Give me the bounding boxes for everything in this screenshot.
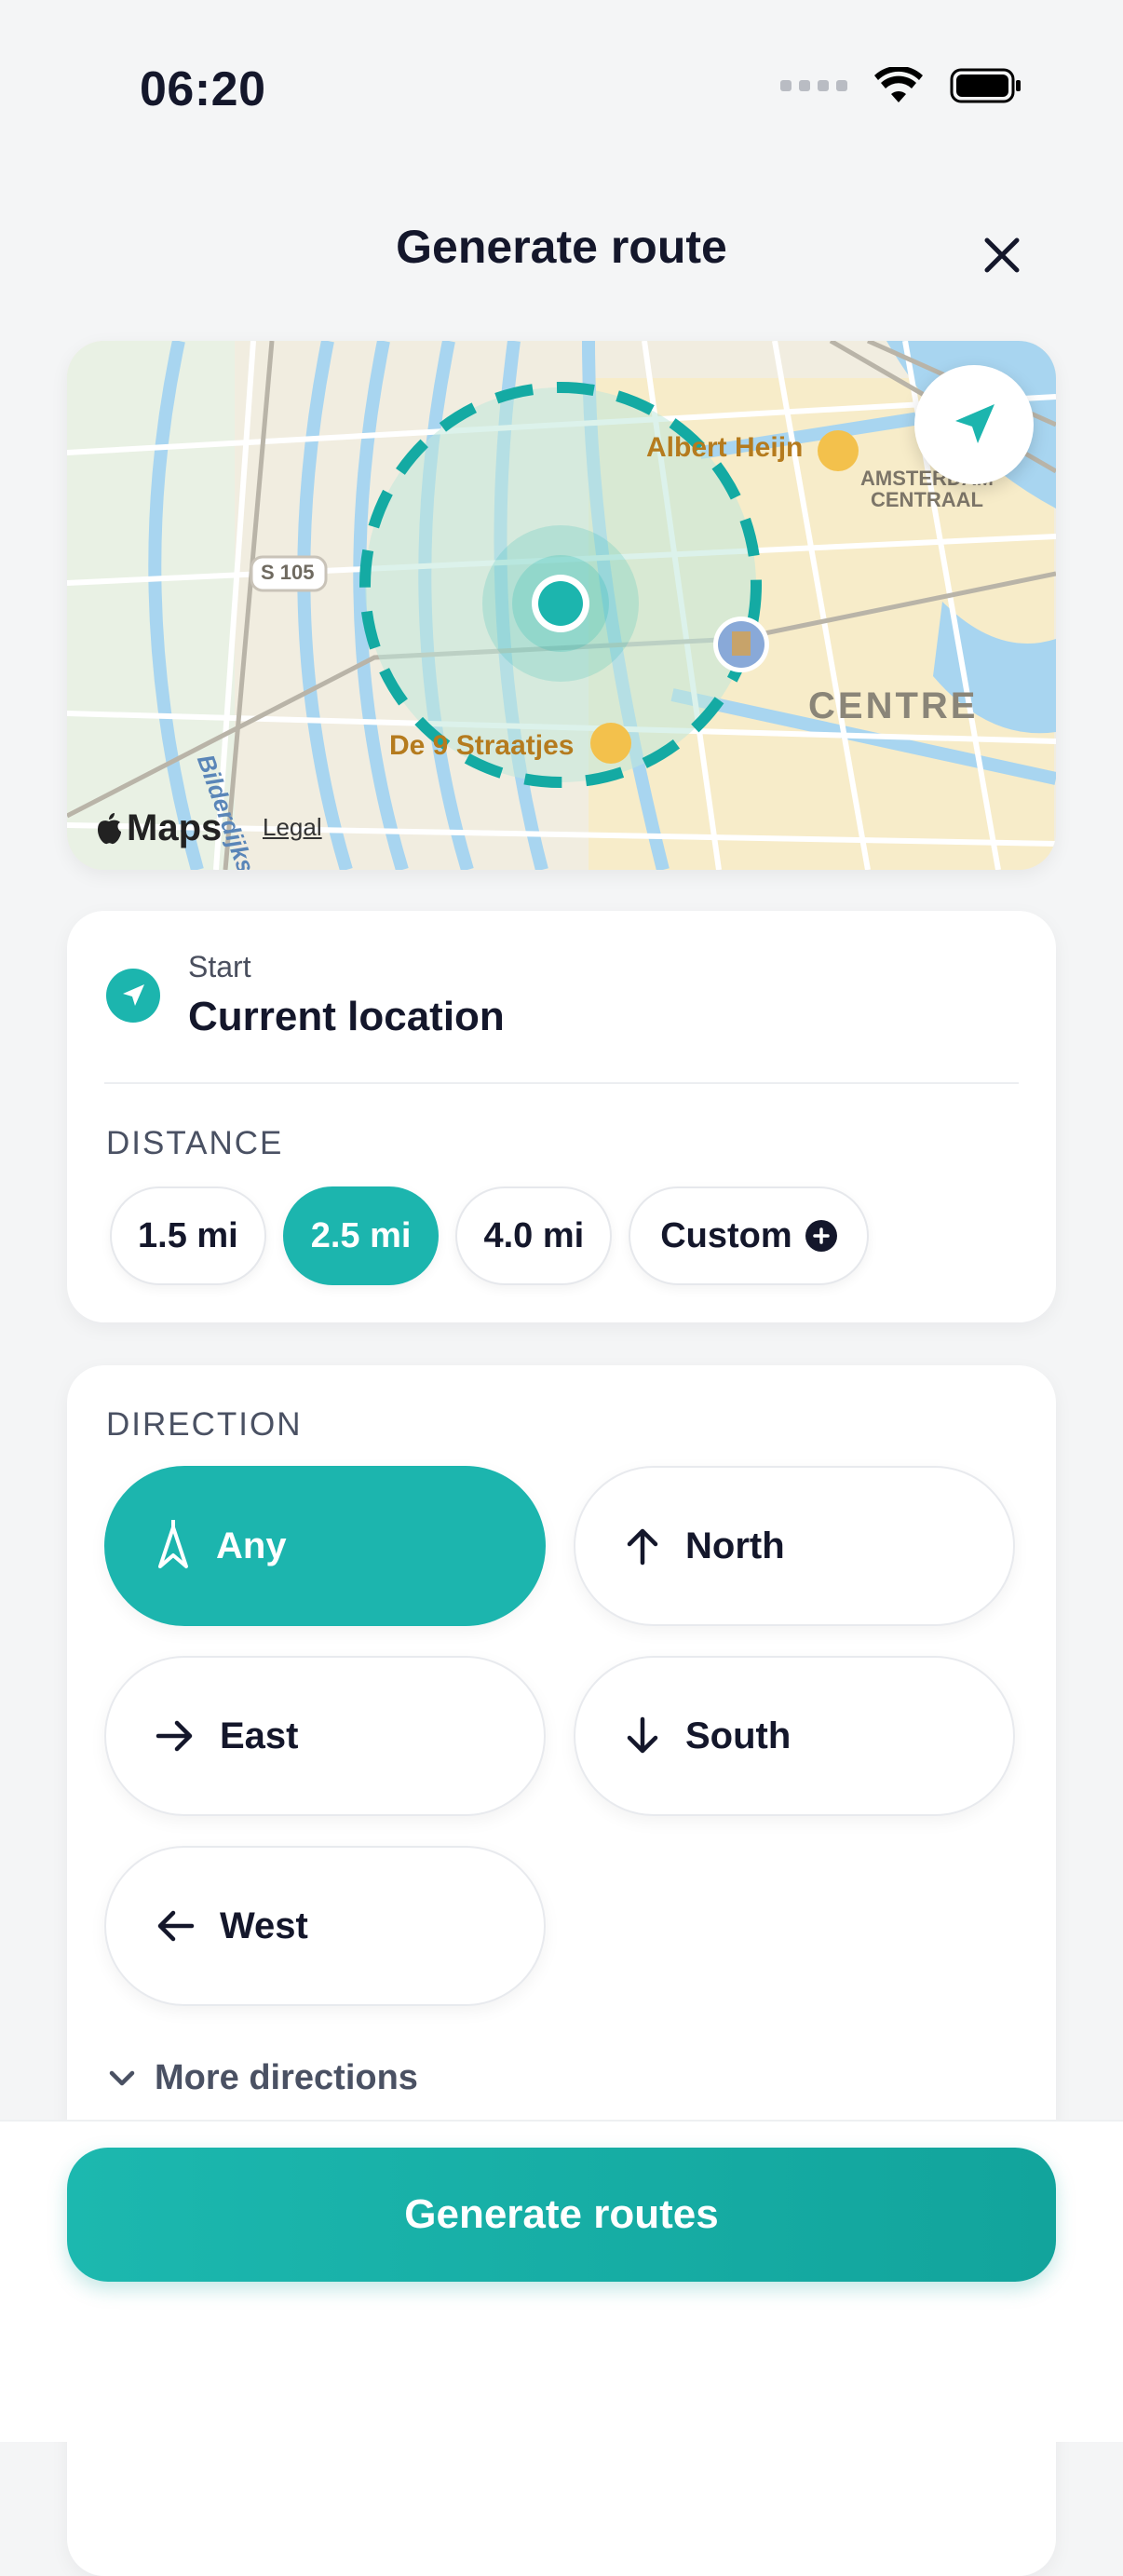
- distance-option-custom[interactable]: Custom: [629, 1186, 869, 1285]
- plus-icon: [805, 1220, 837, 1252]
- arrow-right-icon: [156, 1720, 193, 1752]
- arrow-left-icon: [157, 1910, 195, 1942]
- page-title: Generate route: [396, 221, 727, 273]
- map-poi-albert-heijn[interactable]: Albert Heijn: [646, 432, 803, 464]
- close-icon: [984, 237, 1020, 273]
- start-distance-card: Start Current location DISTANCE 1.5 mi 2…: [67, 911, 1056, 1322]
- direction-option-any[interactable]: Any: [104, 1466, 546, 1626]
- direction-label: West: [220, 1905, 308, 1946]
- route-map[interactable]: Albert Heijn AMSTERDAM CENTRAAL CENTRE D…: [67, 341, 1056, 870]
- generate-routes-button[interactable]: Generate routes: [67, 2148, 1056, 2282]
- direction-label: Any: [216, 1525, 287, 1566]
- bottom-action-bar: Generate routes: [0, 2120, 1123, 2442]
- wifi-icon: [874, 67, 923, 102]
- direction-option-north[interactable]: North: [574, 1466, 1015, 1626]
- cellular-signal-icon: [780, 80, 847, 91]
- start-value: Current location: [188, 994, 505, 1039]
- map-poi-straatjes[interactable]: De 9 Straatjes: [389, 730, 574, 762]
- maps-attribution: Maps: [95, 807, 222, 849]
- apple-logo-icon: [98, 812, 121, 844]
- status-time: 06:20: [140, 62, 266, 116]
- distance-options: 1.5 mi 2.5 mi 4.0 mi Custom: [110, 1186, 869, 1285]
- compass-icon: [158, 1520, 188, 1568]
- direction-option-east[interactable]: East: [104, 1656, 546, 1816]
- direction-option-south[interactable]: South: [574, 1656, 1015, 1816]
- more-directions-toggle[interactable]: More directions: [108, 2058, 418, 2098]
- battery-icon: [950, 68, 1021, 103]
- close-button[interactable]: [972, 225, 1032, 285]
- location-arrow-icon: [955, 404, 994, 443]
- start-label: Start: [188, 950, 251, 983]
- direction-label: North: [685, 1525, 785, 1566]
- map-road-shield: S 105: [261, 561, 315, 584]
- start-location-row[interactable]: Start Current location: [106, 950, 505, 1040]
- arrow-down-icon: [627, 1716, 658, 1754]
- chevron-down-icon: [109, 2070, 135, 2085]
- recenter-location-button[interactable]: [914, 365, 1034, 484]
- distance-option-2-5[interactable]: 2.5 mi: [282, 1186, 440, 1285]
- distance-option-4-0[interactable]: 4.0 mi: [455, 1186, 613, 1285]
- direction-option-west[interactable]: West: [104, 1846, 546, 2006]
- direction-label: South: [685, 1715, 792, 1756]
- maps-attribution-text: Maps: [127, 807, 223, 848]
- divider: [104, 1082, 1019, 1084]
- distance-section-label: DISTANCE: [106, 1125, 284, 1161]
- start-location-icon: [106, 969, 160, 1023]
- custom-label: Custom: [660, 1215, 792, 1255]
- more-directions-label: More directions: [155, 2058, 418, 2097]
- distance-option-1-5[interactable]: 1.5 mi: [110, 1186, 266, 1285]
- status-indicators: [780, 67, 1022, 104]
- direction-label: East: [220, 1715, 299, 1756]
- direction-section-label: DIRECTION: [106, 1406, 303, 1443]
- map-label-centre: CENTRE: [808, 685, 979, 726]
- arrow-up-icon: [627, 1528, 658, 1566]
- legal-link[interactable]: Legal: [263, 813, 322, 842]
